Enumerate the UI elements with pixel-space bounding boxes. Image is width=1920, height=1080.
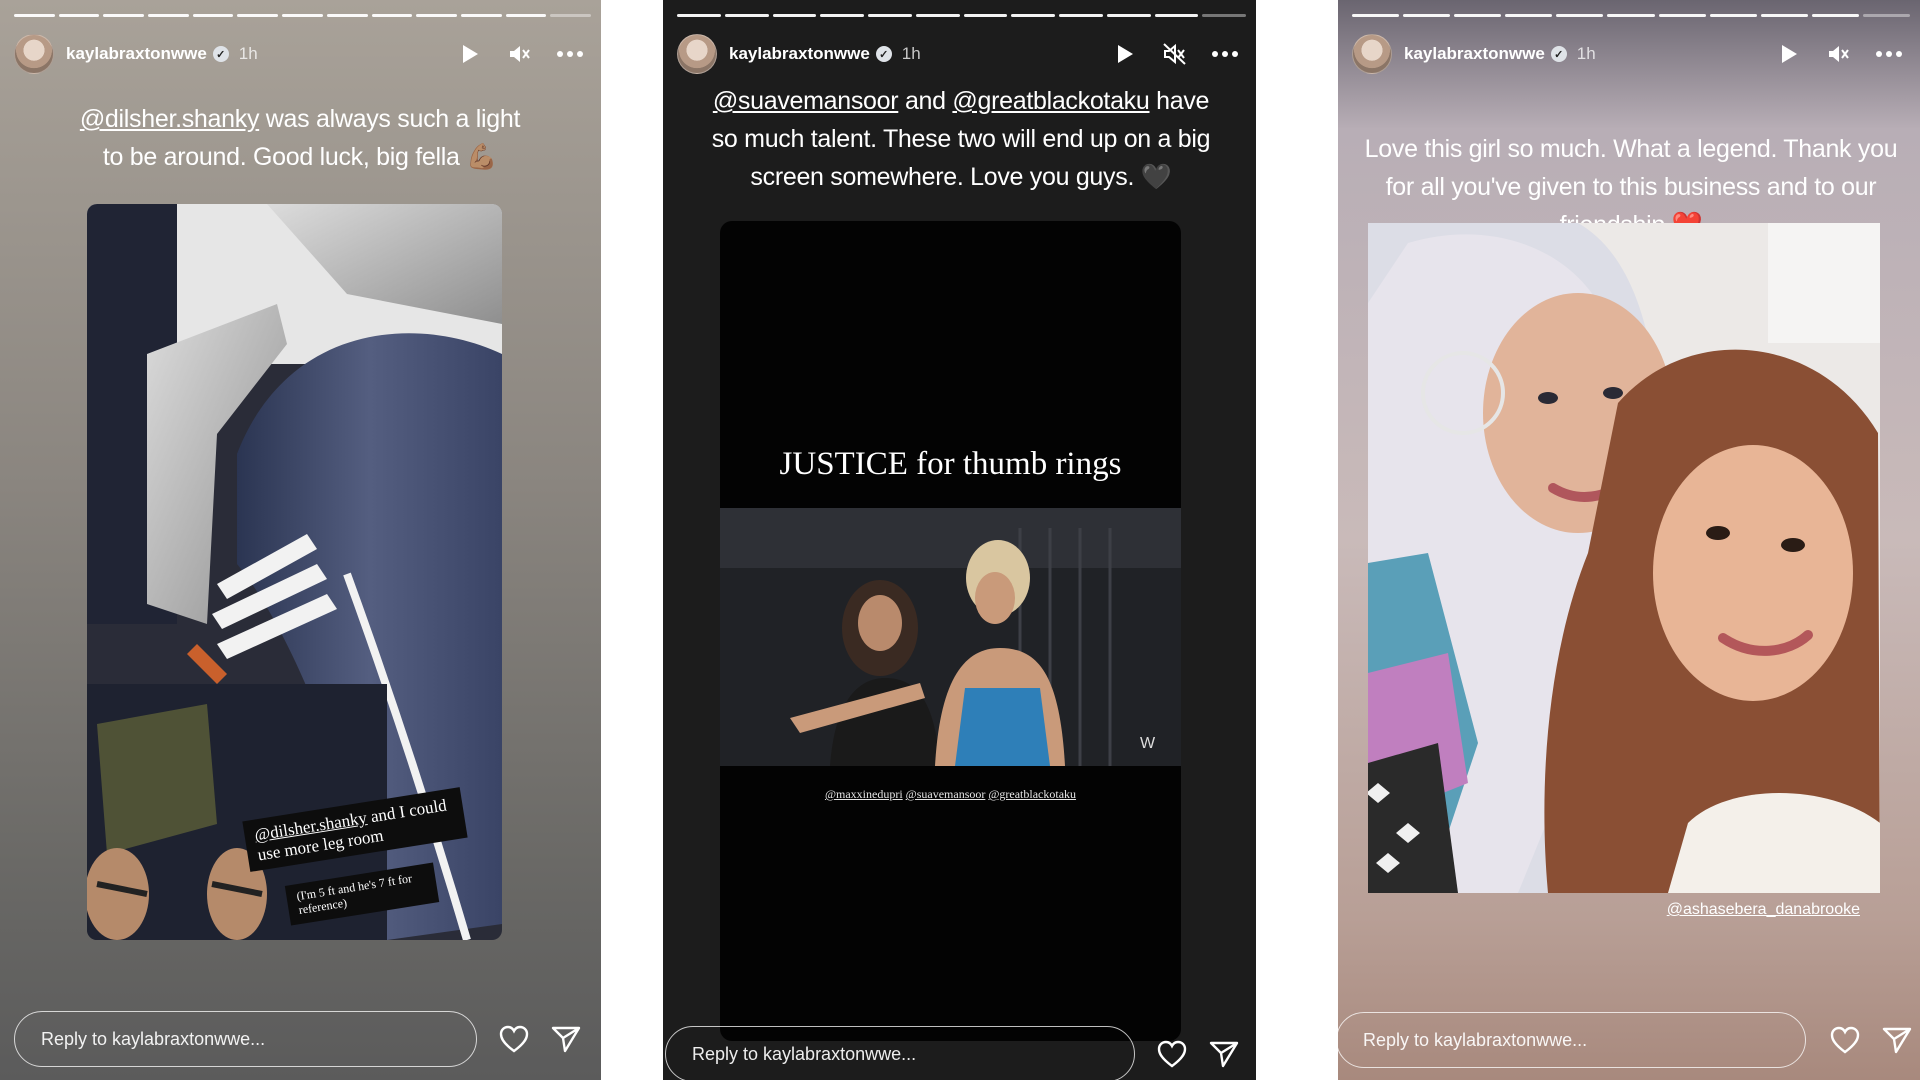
verified-badge-icon: ✓ [875, 46, 892, 62]
heart-icon[interactable] [1828, 1023, 1862, 1057]
wrestling-clip-image: W [720, 508, 1181, 766]
speaker-muted-icon[interactable] [1162, 41, 1188, 67]
more-horizontal-icon[interactable] [1876, 41, 1902, 67]
story-progress-bar [14, 14, 591, 17]
reply-input[interactable]: Reply to kaylabraxtonwwe... [665, 1026, 1135, 1080]
story-panel-3[interactable]: kaylabraxtonwwe ✓ 1h Love this girl so m… [1338, 0, 1920, 1080]
caption-mention[interactable]: @dilsher.shanky [80, 105, 260, 133]
avatar[interactable] [14, 34, 54, 74]
avatar[interactable] [1352, 34, 1392, 74]
reply-placeholder: Reply to kaylabraxtonwwe... [692, 1043, 917, 1064]
reply-bar: Reply to kaylabraxtonwwe... [14, 1011, 594, 1067]
reply-input[interactable]: Reply to kaylabraxtonwwe... [1338, 1012, 1806, 1068]
heart-icon[interactable] [1155, 1037, 1189, 1071]
caption-and: and [898, 87, 953, 115]
story-header: kaylabraxtonwwe ✓ 1h [677, 34, 1238, 74]
caption-mention-2[interactable]: @greatblackotaku [952, 87, 1149, 115]
more-horizontal-icon[interactable] [557, 41, 583, 67]
avatar[interactable] [677, 34, 717, 74]
play-icon[interactable] [1112, 41, 1138, 67]
speaker-muted-icon[interactable] [1826, 41, 1852, 67]
username[interactable]: kaylabraxtonwwe [66, 44, 207, 64]
more-horizontal-icon[interactable] [1212, 41, 1238, 67]
credit-mention[interactable]: @maxxinedupri [825, 787, 903, 801]
reply-bar: Reply to kaylabraxtonwwe... [665, 1026, 1255, 1080]
story-panel-2[interactable]: kaylabraxtonwwe ✓ 1h @suavemansoor and @… [663, 0, 1256, 1080]
story-header: kaylabraxtonwwe ✓ 1h [1352, 34, 1902, 74]
send-icon[interactable] [549, 1022, 583, 1056]
credit-mention[interactable]: @suavemansoor [906, 787, 986, 801]
send-icon[interactable] [1207, 1037, 1241, 1071]
reply-bar: Reply to kaylabraxtonwwe... [1338, 1012, 1920, 1068]
post-time: 1h [238, 44, 258, 63]
story-video[interactable]: JUSTICE for thumb rings W @maxxinedupri … [720, 221, 1181, 1041]
reply-placeholder: Reply to kaylabraxtonwwe... [1363, 1029, 1588, 1050]
credit-mention[interactable]: @greatblackotaku [988, 787, 1076, 801]
video-title: JUSTICE for thumb rings [779, 446, 1122, 482]
photo-tag[interactable]: @ashasebera_danabrooke [1667, 901, 1860, 919]
heart-icon[interactable] [497, 1022, 531, 1056]
reply-placeholder: Reply to kaylabraxtonwwe... [41, 1028, 266, 1049]
verified-badge-icon: ✓ [212, 46, 229, 62]
post-time: 1h [901, 44, 921, 63]
svg-text:W: W [1140, 735, 1156, 752]
story-video[interactable]: @dilsher.shanky and I could use more leg… [87, 204, 502, 940]
reply-input[interactable]: Reply to kaylabraxtonwwe... [14, 1011, 477, 1067]
play-icon[interactable] [1776, 41, 1802, 67]
story-progress-bar [1352, 14, 1911, 17]
play-icon[interactable] [457, 41, 483, 67]
story-caption: @suavemansoor and @greatblackotaku have … [701, 82, 1221, 196]
story-panel-1[interactable]: kaylabraxtonwwe ✓ 1h @dilsher.shanky was… [0, 0, 601, 1080]
post-time: 1h [1576, 44, 1596, 63]
photo-tag-mention[interactable]: @ashasebera_danabrooke [1667, 901, 1860, 918]
video-credits: @maxxinedupri @suavemansoor @greatblacko… [720, 787, 1181, 802]
username[interactable]: kaylabraxtonwwe [729, 44, 870, 64]
speaker-muted-icon[interactable] [507, 41, 533, 67]
story-caption: @dilsher.shanky was always such a light … [70, 100, 530, 176]
story-progress-bar [677, 14, 1246, 17]
story-header: kaylabraxtonwwe ✓ 1h [14, 34, 583, 74]
selfie-photo-image [1368, 223, 1880, 893]
story-photo[interactable] [1368, 223, 1880, 893]
verified-badge-icon: ✓ [1550, 46, 1567, 62]
caption-mention-1[interactable]: @suavemansoor [713, 87, 899, 115]
send-icon[interactable] [1880, 1023, 1914, 1057]
username[interactable]: kaylabraxtonwwe [1404, 44, 1545, 64]
